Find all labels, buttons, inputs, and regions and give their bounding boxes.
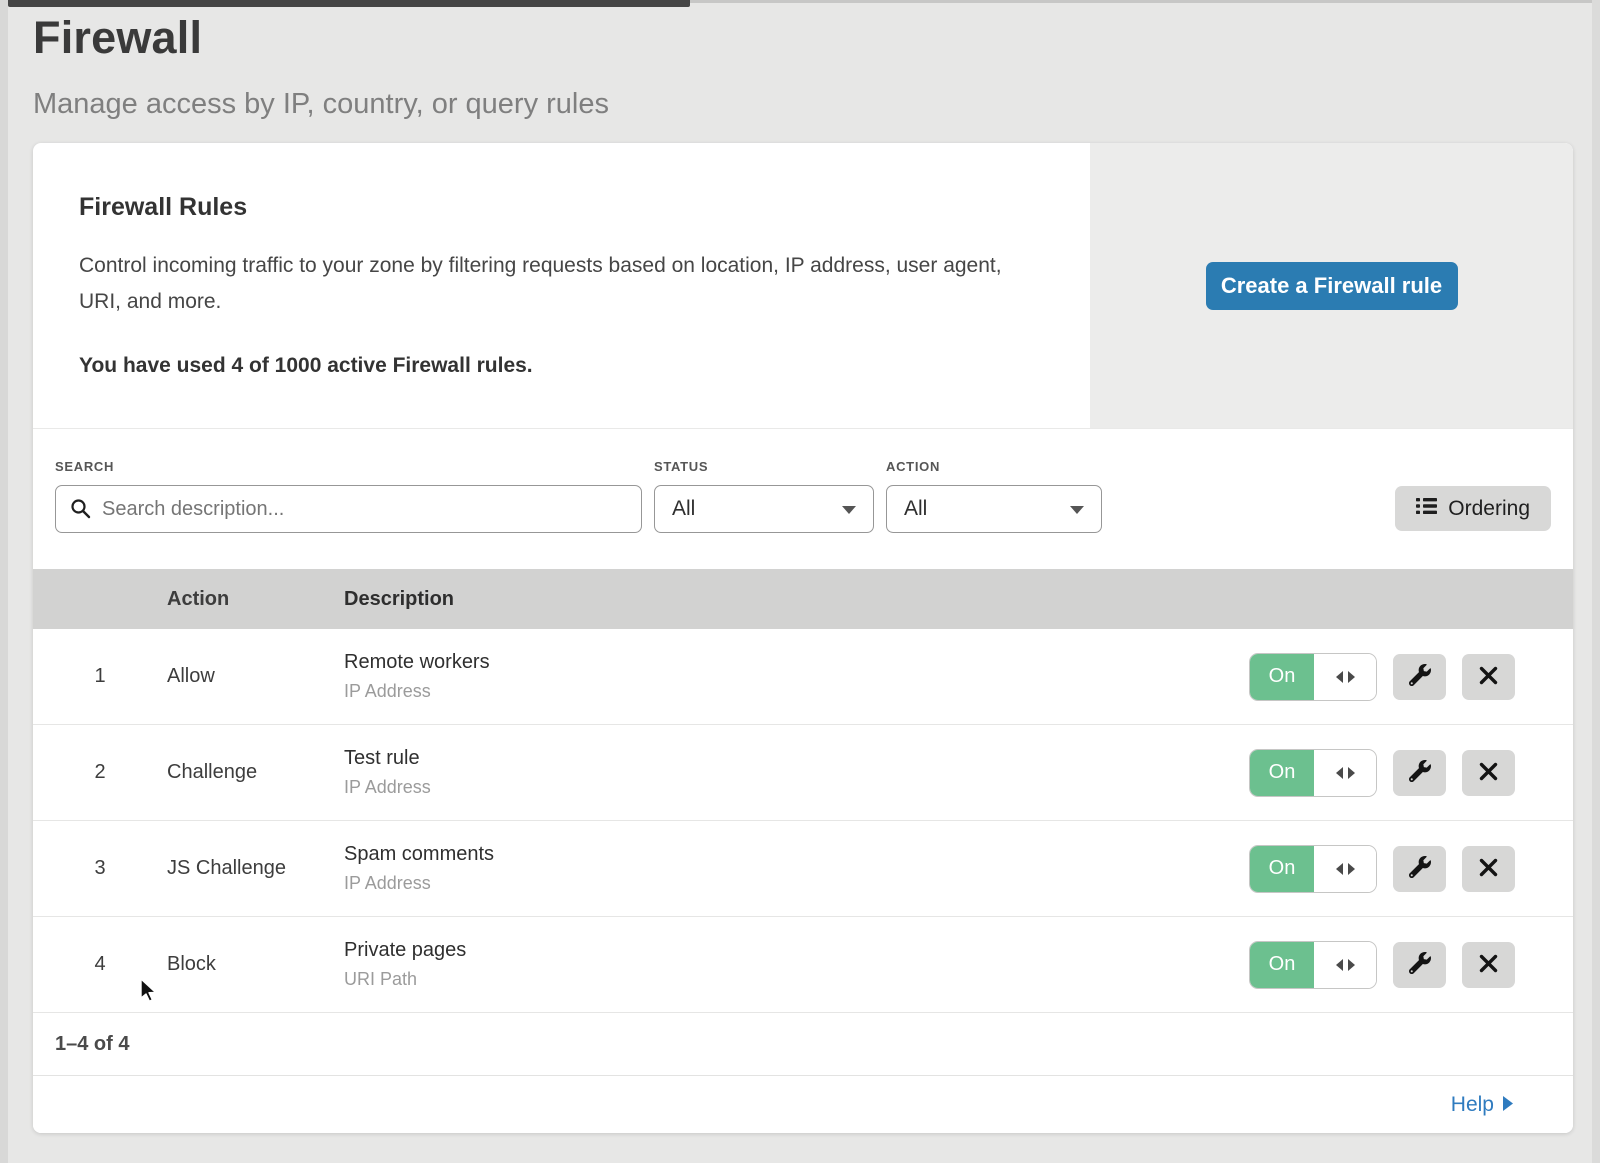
rule-priority: 1 [33, 665, 167, 688]
help-link[interactable]: Help [1451, 1093, 1513, 1117]
caret-right-icon [1503, 1093, 1513, 1117]
wrench-icon [1409, 664, 1431, 689]
create-firewall-rule-button[interactable]: Create a Firewall rule [1206, 262, 1458, 310]
rule-controls: On [1249, 749, 1573, 797]
ordering-button-label: Ordering [1448, 497, 1530, 521]
close-icon [1479, 858, 1498, 880]
status-label: STATUS [654, 459, 874, 474]
rule-priority: 3 [33, 857, 167, 880]
action-filter: ACTION All [886, 459, 1102, 533]
wrench-icon [1409, 760, 1431, 785]
filter-spacer [1114, 459, 1383, 533]
screenshot-left-edge [0, 0, 8, 1163]
table-row: 1 Allow Remote workers IP Address On [33, 629, 1573, 725]
rule-field-type: IP Address [344, 873, 1249, 894]
rule-description: Test rule IP Address [344, 747, 1249, 798]
toggle-on-label: On [1250, 750, 1314, 796]
create-rule-panel: Create a Firewall rule [1090, 143, 1573, 428]
status-select[interactable]: All [654, 485, 874, 533]
rule-action: Challenge [167, 761, 344, 784]
toggle-on-label: On [1250, 942, 1314, 988]
wrench-icon [1409, 952, 1431, 977]
window-top-edge [8, 0, 690, 7]
rule-field-type: IP Address [344, 777, 1249, 798]
page-subtitle: Manage access by IP, country, or query r… [33, 88, 609, 121]
left-right-arrows-icon [1314, 942, 1376, 988]
rule-controls: On [1249, 845, 1573, 893]
firewall-rules-card: Firewall Rules Control incoming traffic … [33, 143, 1573, 1133]
table-header: Action Description [33, 569, 1573, 629]
chevron-down-icon [842, 497, 856, 521]
rule-description-title: Spam comments [344, 843, 1249, 866]
delete-rule-button[interactable] [1462, 654, 1515, 700]
rules-intro: Firewall Rules Control incoming traffic … [33, 143, 1090, 428]
left-right-arrows-icon [1314, 654, 1376, 700]
edit-rule-button[interactable] [1393, 654, 1446, 700]
ordering-button[interactable]: Ordering [1395, 486, 1551, 531]
rule-description: Spam comments IP Address [344, 843, 1249, 894]
rule-description-title: Private pages [344, 939, 1249, 962]
pagination-range: 1–4 of 4 [55, 1033, 129, 1056]
rule-enabled-toggle[interactable]: On [1249, 749, 1377, 797]
rules-heading: Firewall Rules [79, 193, 1020, 222]
action-column-header: Action [167, 588, 344, 611]
rules-description: Control incoming traffic to your zone by… [79, 248, 1020, 320]
page-title: Firewall [33, 12, 609, 64]
help-link-label: Help [1451, 1093, 1494, 1117]
action-label: ACTION [886, 459, 1102, 474]
rule-priority: 4 [33, 953, 167, 976]
status-selected-value: All [672, 497, 695, 521]
close-icon [1479, 666, 1498, 688]
delete-rule-button[interactable] [1462, 942, 1515, 988]
rule-priority: 2 [33, 761, 167, 784]
search-icon [70, 498, 91, 524]
wrench-icon [1409, 856, 1431, 881]
rules-overview-section: Firewall Rules Control incoming traffic … [33, 143, 1573, 428]
edit-rule-button[interactable] [1393, 750, 1446, 796]
rule-description: Private pages URI Path [344, 939, 1249, 990]
rule-description-title: Remote workers [344, 651, 1249, 674]
edit-rule-button[interactable] [1393, 846, 1446, 892]
search-filter: SEARCH [55, 459, 642, 533]
table-row: 2 Challenge Test rule IP Address On [33, 725, 1573, 821]
description-column-header: Description [344, 588, 1573, 611]
rule-description: Remote workers IP Address [344, 651, 1249, 702]
search-label: SEARCH [55, 459, 642, 474]
rule-field-type: URI Path [344, 969, 1249, 990]
rule-action: Block [167, 953, 344, 976]
rule-controls: On [1249, 653, 1573, 701]
rule-action: Allow [167, 665, 344, 688]
chevron-down-icon [1070, 497, 1084, 521]
list-icon [1416, 497, 1437, 521]
action-selected-value: All [904, 497, 927, 521]
toggle-on-label: On [1250, 846, 1314, 892]
table-row: 3 JS Challenge Spam comments IP Address … [33, 821, 1573, 917]
delete-rule-button[interactable] [1462, 750, 1515, 796]
rule-enabled-toggle[interactable]: On [1249, 845, 1377, 893]
rule-controls: On [1249, 941, 1573, 989]
close-icon [1479, 762, 1498, 784]
card-footer: Help [33, 1075, 1573, 1133]
search-input[interactable] [55, 485, 642, 533]
screenshot-right-edge [1592, 0, 1600, 1163]
close-icon [1479, 954, 1498, 976]
rule-description-title: Test rule [344, 747, 1249, 770]
edit-rule-button[interactable] [1393, 942, 1446, 988]
rule-enabled-toggle[interactable]: On [1249, 941, 1377, 989]
status-filter: STATUS All [654, 459, 874, 533]
search-input-wrap [55, 485, 642, 533]
left-right-arrows-icon [1314, 846, 1376, 892]
rule-action: JS Challenge [167, 857, 344, 880]
rule-field-type: IP Address [344, 681, 1249, 702]
rule-enabled-toggle[interactable]: On [1249, 653, 1377, 701]
action-select[interactable]: All [886, 485, 1102, 533]
pagination: 1–4 of 4 [33, 1013, 1573, 1075]
filter-bar: SEARCH STATUS All ACTION All [33, 428, 1573, 569]
page-header: Firewall Manage access by IP, country, o… [33, 12, 609, 121]
toggle-on-label: On [1250, 654, 1314, 700]
delete-rule-button[interactable] [1462, 846, 1515, 892]
rules-usage: You have used 4 of 1000 active Firewall … [79, 354, 1020, 378]
table-row: 4 Block Private pages URI Path On [33, 917, 1573, 1013]
left-right-arrows-icon [1314, 750, 1376, 796]
